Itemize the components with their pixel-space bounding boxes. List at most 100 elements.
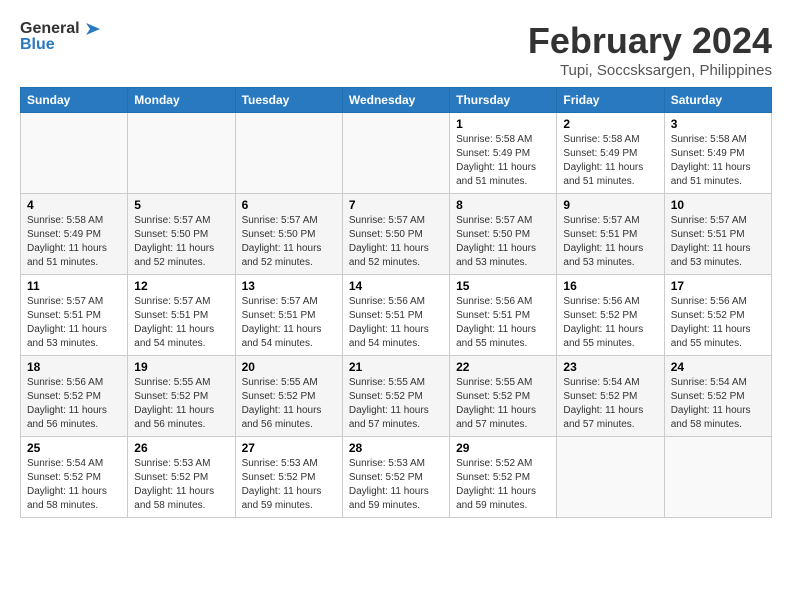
day-number: 20	[242, 360, 336, 374]
calendar-cell: 3 Sunrise: 5:58 AMSunset: 5:49 PMDaylight…	[664, 113, 771, 194]
calendar-cell: 19 Sunrise: 5:55 AMSunset: 5:52 PMDayligh…	[128, 356, 235, 437]
calendar-cell: 29Sunrise: 5:52 AMSunset: 5:52 PMDayligh…	[450, 437, 557, 518]
calendar-cell: 20 Sunrise: 5:55 AMSunset: 5:52 PMDayligh…	[235, 356, 342, 437]
day-info: Sunrise: 5:55 AMSunset: 5:52 PMDaylight:…	[349, 377, 429, 430]
day-info: Sunrise: 5:56 AMSunset: 5:51 PMDaylight:…	[349, 296, 429, 349]
calendar-week-0: 1 Sunrise: 5:58 AMSunset: 5:49 PMDaylight…	[21, 113, 772, 194]
day-number: 14	[349, 279, 443, 293]
day-number: 2	[563, 117, 657, 131]
calendar-cell: 16 Sunrise: 5:56 AMSunset: 5:52 PMDayligh…	[557, 275, 664, 356]
calendar-cell: 11 Sunrise: 5:57 AMSunset: 5:51 PMDayligh…	[21, 275, 128, 356]
day-number: 27	[242, 441, 336, 455]
calendar-cell: 21 Sunrise: 5:55 AMSunset: 5:52 PMDayligh…	[342, 356, 449, 437]
calendar-cell: 26 Sunrise: 5:53 AMSunset: 5:52 PMDayligh…	[128, 437, 235, 518]
day-number: 22	[456, 360, 550, 374]
day-number: 28	[349, 441, 443, 455]
day-number: 16	[563, 279, 657, 293]
calendar-week-3: 18 Sunrise: 5:56 AMSunset: 5:52 PMDayligh…	[21, 356, 772, 437]
header-friday: Friday	[557, 88, 664, 113]
day-number: 5	[134, 198, 228, 212]
day-number: 10	[671, 198, 765, 212]
day-info: Sunrise: 5:56 AMSunset: 5:52 PMDaylight:…	[27, 377, 107, 430]
header-sunday: Sunday	[21, 88, 128, 113]
day-number: 19	[134, 360, 228, 374]
calendar-cell	[128, 113, 235, 194]
calendar-cell: 4 Sunrise: 5:58 AMSunset: 5:49 PMDaylight…	[21, 194, 128, 275]
day-info: Sunrise: 5:55 AMSunset: 5:52 PMDaylight:…	[134, 377, 214, 430]
day-number: 24	[671, 360, 765, 374]
header-saturday: Saturday	[664, 88, 771, 113]
day-number: 18	[27, 360, 121, 374]
day-number: 26	[134, 441, 228, 455]
day-number: 17	[671, 279, 765, 293]
logo-blue-text: Blue	[20, 36, 100, 54]
calendar-cell: 23 Sunrise: 5:54 AMSunset: 5:52 PMDayligh…	[557, 356, 664, 437]
calendar-cell	[664, 437, 771, 518]
calendar-cell: 8Sunrise: 5:57 AMSunset: 5:50 PMDaylight…	[450, 194, 557, 275]
header-wednesday: Wednesday	[342, 88, 449, 113]
calendar-cell: 15 Sunrise: 5:56 AMSunset: 5:51 PMDayligh…	[450, 275, 557, 356]
calendar-cell: 27 Sunrise: 5:53 AMSunset: 5:52 PMDayligh…	[235, 437, 342, 518]
calendar-table: Sunday Monday Tuesday Wednesday Thursday…	[20, 87, 772, 518]
title-area: February 2024 Tupi, Soccsksargen, Philip…	[528, 20, 772, 79]
calendar-week-1: 4 Sunrise: 5:58 AMSunset: 5:49 PMDaylight…	[21, 194, 772, 275]
day-info: Sunrise: 5:57 AMSunset: 5:51 PMDaylight:…	[134, 296, 214, 349]
day-number: 23	[563, 360, 657, 374]
day-number: 11	[27, 279, 121, 293]
day-number: 1	[456, 117, 550, 131]
calendar-cell: 18 Sunrise: 5:56 AMSunset: 5:52 PMDayligh…	[21, 356, 128, 437]
day-info: Sunrise: 5:56 AMSunset: 5:52 PMDaylight:…	[563, 296, 643, 349]
day-number: 29	[456, 441, 550, 455]
day-info: Sunrise: 5:54 AMSunset: 5:52 PMDaylight:…	[563, 377, 643, 430]
day-info: Sunrise: 5:58 AMSunset: 5:49 PMDaylight:…	[671, 134, 751, 187]
day-info: Sunrise: 5:55 AMSunset: 5:52 PMDaylight:…	[456, 377, 536, 430]
day-info: Sunrise: 5:58 AMSunset: 5:49 PMDaylight:…	[563, 134, 643, 187]
header-monday: Monday	[128, 88, 235, 113]
day-info: Sunrise: 5:54 AMSunset: 5:52 PMDaylight:…	[671, 377, 751, 430]
day-info: Sunrise: 5:53 AMSunset: 5:52 PMDaylight:…	[134, 458, 214, 511]
day-info: Sunrise: 5:57 AMSunset: 5:50 PMDaylight:…	[134, 215, 214, 268]
day-number: 4	[27, 198, 121, 212]
calendar-week-4: 25 Sunrise: 5:54 AMSunset: 5:52 PMDayligh…	[21, 437, 772, 518]
day-header-row: Sunday Monday Tuesday Wednesday Thursday…	[21, 88, 772, 113]
calendar-cell: 14 Sunrise: 5:56 AMSunset: 5:51 PMDayligh…	[342, 275, 449, 356]
header-tuesday: Tuesday	[235, 88, 342, 113]
day-number: 9	[563, 198, 657, 212]
day-info: Sunrise: 5:53 AMSunset: 5:52 PMDaylight:…	[349, 458, 429, 511]
calendar-cell	[21, 113, 128, 194]
calendar-cell: 9Sunrise: 5:57 AMSunset: 5:51 PMDaylight…	[557, 194, 664, 275]
day-number: 12	[134, 279, 228, 293]
logo: General Blue	[20, 20, 100, 54]
day-info: Sunrise: 5:57 AMSunset: 5:51 PMDaylight:…	[671, 215, 751, 268]
day-info: Sunrise: 5:57 AMSunset: 5:50 PMDaylight:…	[349, 215, 429, 268]
calendar-cell: 1 Sunrise: 5:58 AMSunset: 5:49 PMDaylight…	[450, 113, 557, 194]
day-number: 15	[456, 279, 550, 293]
day-number: 3	[671, 117, 765, 131]
day-info: Sunrise: 5:58 AMSunset: 5:49 PMDaylight:…	[27, 215, 107, 268]
calendar-cell	[342, 113, 449, 194]
calendar-cell: 13Sunrise: 5:57 AMSunset: 5:51 PMDayligh…	[235, 275, 342, 356]
page-header: General Blue February 2024 Tupi, Soccsks…	[20, 20, 772, 79]
calendar-cell	[557, 437, 664, 518]
day-info: Sunrise: 5:55 AMSunset: 5:52 PMDaylight:…	[242, 377, 322, 430]
day-number: 8	[456, 198, 550, 212]
day-info: Sunrise: 5:56 AMSunset: 5:51 PMDaylight:…	[456, 296, 536, 349]
day-info: Sunrise: 5:57 AMSunset: 5:51 PMDaylight:…	[27, 296, 107, 349]
day-info: Sunrise: 5:53 AMSunset: 5:52 PMDaylight:…	[242, 458, 322, 511]
calendar-cell	[235, 113, 342, 194]
calendar-cell: 22 Sunrise: 5:55 AMSunset: 5:52 PMDayligh…	[450, 356, 557, 437]
calendar-cell: 7Sunrise: 5:57 AMSunset: 5:50 PMDaylight…	[342, 194, 449, 275]
day-info: Sunrise: 5:58 AMSunset: 5:49 PMDaylight:…	[456, 134, 536, 187]
day-info: Sunrise: 5:57 AMSunset: 5:50 PMDaylight:…	[242, 215, 322, 268]
day-info: Sunrise: 5:54 AMSunset: 5:52 PMDaylight:…	[27, 458, 107, 511]
calendar-cell: 2 Sunrise: 5:58 AMSunset: 5:49 PMDaylight…	[557, 113, 664, 194]
day-number: 25	[27, 441, 121, 455]
calendar-cell: 10 Sunrise: 5:57 AMSunset: 5:51 PMDayligh…	[664, 194, 771, 275]
calendar-cell: 12 Sunrise: 5:57 AMSunset: 5:51 PMDayligh…	[128, 275, 235, 356]
calendar-cell: 5 Sunrise: 5:57 AMSunset: 5:50 PMDaylight…	[128, 194, 235, 275]
calendar-cell: 25 Sunrise: 5:54 AMSunset: 5:52 PMDayligh…	[21, 437, 128, 518]
day-number: 21	[349, 360, 443, 374]
day-number: 13	[242, 279, 336, 293]
calendar-subtitle: Tupi, Soccsksargen, Philippines	[528, 62, 772, 79]
header-thursday: Thursday	[450, 88, 557, 113]
